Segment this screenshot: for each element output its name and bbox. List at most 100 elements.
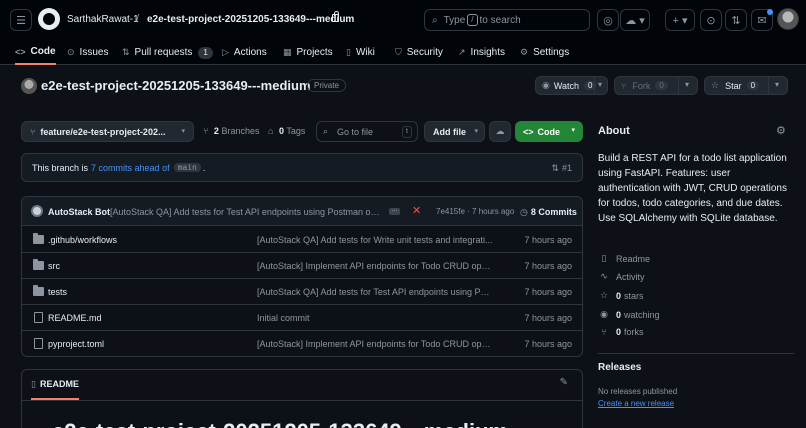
file-commit-message[interactable]: [AutoStack QA] Add tests for Write unit … <box>257 235 494 245</box>
pull-request-link[interactable]: ⇅ #1 <box>551 163 572 174</box>
file-commit-message[interactable]: [AutoStack QA] Add tests for Test API en… <box>257 287 494 297</box>
tab-issues[interactable]: ⊙ Issues <box>67 40 108 65</box>
search-shortcut-key: / <box>467 14 478 26</box>
base-branch-tag[interactable]: main <box>173 163 201 172</box>
expand-commit-message-button[interactable]: ··· <box>389 208 400 215</box>
search-prefix: Type <box>443 14 466 26</box>
no-releases-text: No releases published <box>598 387 678 396</box>
edit-pencil-icon[interactable]: ✎ <box>560 377 568 388</box>
latest-commit-row: AutoStack Bot [AutoStack QA] Add tests f… <box>22 197 582 226</box>
commits-ahead-link[interactable]: 7 commits ahead of <box>91 163 170 173</box>
commit-sha-time[interactable]: 7e415fe · 7 hours ago <box>436 207 514 216</box>
breadcrumb-repo[interactable]: e2e-test-project-20251205-133649---mediu… <box>147 14 354 25</box>
search-icon: ⌕ <box>432 14 438 26</box>
github-logo-icon[interactable] <box>38 8 60 30</box>
repo-owner-avatar <box>21 78 37 94</box>
tab-actions[interactable]: ▷ Actions <box>222 40 267 65</box>
search-input[interactable]: ⌕ Type / to search <box>424 9 590 31</box>
chevron-down-icon[interactable]: ▾ <box>598 80 602 89</box>
file-commit-message[interactable]: [AutoStack] Implement API endpoints for … <box>257 339 494 349</box>
notifications-button[interactable]: ✉ <box>751 9 773 31</box>
commits-count-link[interactable]: ◷ 8 Commits <box>520 207 577 218</box>
go-to-file-input[interactable]: ⌕ Go to file t <box>316 121 418 142</box>
watch-button[interactable]: ◉ Watch 0 ▾ <box>535 76 608 95</box>
failed-check-icon[interactable]: ✕ <box>412 204 421 217</box>
user-avatar[interactable] <box>777 8 799 30</box>
pull-request-icon: ⇅ <box>731 14 741 27</box>
readme-panel: ▯README ✎ e2e-test-project-20251205-1336… <box>21 369 583 428</box>
file-row[interactable]: tests [AutoStack QA] Add tests for Test … <box>22 279 582 305</box>
copilot-button[interactable]: ◎ <box>597 9 619 31</box>
file-name[interactable]: README.md <box>48 313 102 323</box>
star-icon: ☆ <box>711 80 720 90</box>
readme-tab[interactable]: ▯ README <box>31 379 79 400</box>
about-title: About <box>598 125 630 137</box>
chevron-down-icon: ▾ <box>571 127 575 134</box>
notification-dot <box>767 9 773 15</box>
file-row[interactable]: src [AutoStack] Implement API endpoints … <box>22 253 582 279</box>
repo-nav: <> Code ⊙ Issues ⇅ Pull requests 1 ▷ Actions … <box>0 40 806 65</box>
file-row[interactable]: .github/workflows [AutoStack QA] Add tes… <box>22 227 582 253</box>
repo-title[interactable]: e2e-test-project-20251205-133649---mediu… <box>41 78 311 93</box>
code-button[interactable]: <> Code ▾ <box>515 121 583 142</box>
hamburger-icon: ☰ <box>16 14 26 27</box>
stars-link[interactable]: ☆ 0 stars <box>598 290 644 301</box>
tab-settings[interactable]: ⚙ Settings <box>520 40 569 65</box>
chevron-down-icon: ▾ <box>474 128 478 135</box>
search-icon: ⌕ <box>323 126 329 136</box>
tab-wiki[interactable]: ▯ Wiki <box>346 40 375 65</box>
fork-button[interactable]: ⑂ Fork 0 ▾ <box>614 76 698 95</box>
add-file-button[interactable]: Add file ▾ <box>424 121 485 142</box>
commit-author-avatar[interactable] <box>31 205 43 217</box>
create-release-link[interactable]: Create a new release <box>598 399 674 408</box>
copilot-menu-button[interactable]: ☁ ▾ <box>620 9 650 31</box>
star-button[interactable]: ☆ Star 0 ▾ <box>704 76 788 95</box>
tab-projects[interactable]: ▦ Projects <box>283 40 333 65</box>
code-icon: <> <box>523 126 534 137</box>
visibility-badge: Private <box>307 79 346 92</box>
codespaces-button[interactable]: ☁ <box>489 121 511 142</box>
pull-requests-button[interactable]: ⇅ <box>725 9 747 31</box>
about-description: Build a REST API for a todo list applica… <box>598 153 787 224</box>
tab-insights[interactable]: ↗ Insights <box>458 40 505 65</box>
history-icon: ◷ <box>520 207 528 217</box>
file-commit-message[interactable]: Initial commit <box>257 313 494 323</box>
pull-requests-count: 1 <box>198 46 213 59</box>
eye-icon: ◉ <box>542 80 550 90</box>
branch-selector[interactable]: ⑂ feature/e2e-test-project-202... ▾ <box>21 121 194 142</box>
file-commit-time: 7 hours ago <box>524 261 572 271</box>
copilot-icon: ◎ <box>603 14 613 27</box>
file-commit-message[interactable]: [AutoStack] Implement API endpoints for … <box>257 261 494 271</box>
file-table: AutoStack Bot [AutoStack QA] Add tests f… <box>21 196 583 357</box>
file-name[interactable]: .github/workflows <box>48 235 117 245</box>
file-name[interactable]: pyproject.toml <box>48 339 104 349</box>
readme-link[interactable]: ▯ Readme <box>598 253 651 264</box>
play-icon: ▷ <box>222 47 229 57</box>
tab-pull-requests[interactable]: ⇅ Pull requests 1 <box>122 40 213 65</box>
eye-icon: ◉ <box>600 309 608 319</box>
chevron-down-icon[interactable]: ▾ <box>685 80 689 89</box>
commit-author[interactable]: AutoStack Bot <box>48 207 110 217</box>
file-row[interactable]: pyproject.toml [AutoStack] Implement API… <box>22 331 582 356</box>
book-icon: ▯ <box>601 253 607 263</box>
branches-link[interactable]: ⑂ 2 Branches <box>203 126 259 136</box>
activity-link[interactable]: ∿ Activity <box>598 271 644 282</box>
menu-button[interactable]: ☰ <box>10 9 32 31</box>
gear-icon[interactable]: ⚙ <box>776 124 786 137</box>
issues-button[interactable]: ⊙ <box>700 9 722 31</box>
file-commit-time: 7 hours ago <box>524 287 572 297</box>
create-new-button[interactable]: + ▾ <box>665 9 695 31</box>
file-name[interactable]: tests <box>48 287 67 297</box>
forks-link[interactable]: ⑂ 0 forks <box>598 327 643 337</box>
file-row[interactable]: README.md Initial commit 7 hours ago <box>22 305 582 331</box>
releases-title[interactable]: Releases <box>598 362 641 373</box>
tab-security[interactable]: ⛉ Security <box>395 40 443 65</box>
tags-link[interactable]: ⌂ 0 Tags <box>268 126 305 136</box>
commit-message[interactable]: [AutoStack QA] Add tests for Test API en… <box>110 207 382 217</box>
chevron-down-icon[interactable]: ▾ <box>775 80 779 89</box>
breadcrumb-owner[interactable]: SarthakRawat-1 <box>67 14 139 25</box>
watching-link[interactable]: ◉ 0 watching <box>598 309 659 320</box>
tab-code[interactable]: <> Code <box>15 40 56 65</box>
file-name[interactable]: src <box>48 261 60 271</box>
plus-icon: + ▾ <box>672 14 688 27</box>
